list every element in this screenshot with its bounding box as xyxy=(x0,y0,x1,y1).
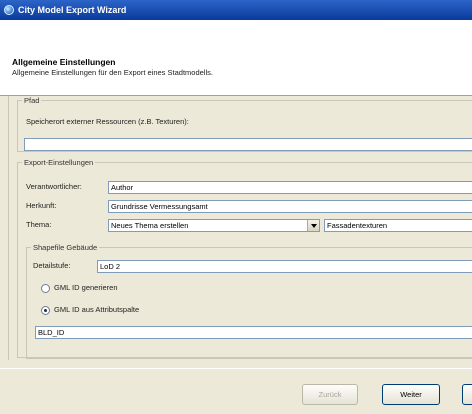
chevron-down-icon[interactable] xyxy=(307,220,319,231)
shapefile-buildings-group: Shapefile Gebäude Detailstufe: LoD 2 GML… xyxy=(26,243,472,359)
page-title: Allgemeine Einstellungen xyxy=(12,57,116,67)
wizard-header: Allgemeine Einstellungen Allgemeine Eins… xyxy=(0,20,472,96)
path-group: Pfad Speicherort externer Ressourcen (z.… xyxy=(17,96,472,152)
footer-divider xyxy=(0,368,472,369)
export-settings-group: Export-Einstellungen Verantwortlicher: A… xyxy=(17,158,472,359)
theme-select-value: Neues Thema erstellen xyxy=(111,221,189,230)
path-group-label: Pfad xyxy=(24,96,40,105)
page-subtitle: Allgemeine Einstellungen für den Export … xyxy=(12,68,213,77)
next-button[interactable]: Weiter xyxy=(382,384,440,405)
responsible-input[interactable]: Author xyxy=(108,181,472,194)
content-panel: Pfad Speicherort externer Ressourcen (z.… xyxy=(8,96,472,360)
origin-input[interactable]: Grundrisse Vermessungsamt xyxy=(108,200,472,213)
app-globe-icon xyxy=(4,5,14,15)
gml-id-from-attribute-label: GML ID aus Attributspalte xyxy=(54,305,140,314)
theme-select[interactable]: Neues Thema erstellen xyxy=(108,219,320,232)
detail-level-input[interactable]: LoD 2 xyxy=(97,260,472,273)
attribute-column-input[interactable]: BLD_ID xyxy=(35,326,472,339)
cancel-button-partial[interactable] xyxy=(462,384,472,405)
detail-level-label: Detailstufe: xyxy=(33,261,71,270)
theme-label: Thema: xyxy=(26,220,52,229)
window-title: City Model Export Wizard xyxy=(18,5,127,15)
shapefile-buildings-label: Shapefile Gebäude xyxy=(33,243,98,252)
back-button[interactable]: Zurück xyxy=(302,384,358,405)
generate-gml-id-radio[interactable] xyxy=(41,284,50,293)
gml-id-from-attribute-radio[interactable] xyxy=(41,306,50,315)
export-settings-label: Export-Einstellungen xyxy=(24,158,94,167)
storage-location-input[interactable] xyxy=(24,138,472,151)
storage-location-label: Speicherort externer Ressourcen (z.B. Te… xyxy=(26,117,189,126)
title-bar: City Model Export Wizard xyxy=(0,0,472,20)
origin-label: Herkunft: xyxy=(26,201,57,210)
generate-gml-id-label: GML ID generieren xyxy=(54,283,118,292)
theme-name-input[interactable]: Fassadentexturen xyxy=(324,219,472,232)
responsible-label: Verantwortlicher: xyxy=(26,182,82,191)
